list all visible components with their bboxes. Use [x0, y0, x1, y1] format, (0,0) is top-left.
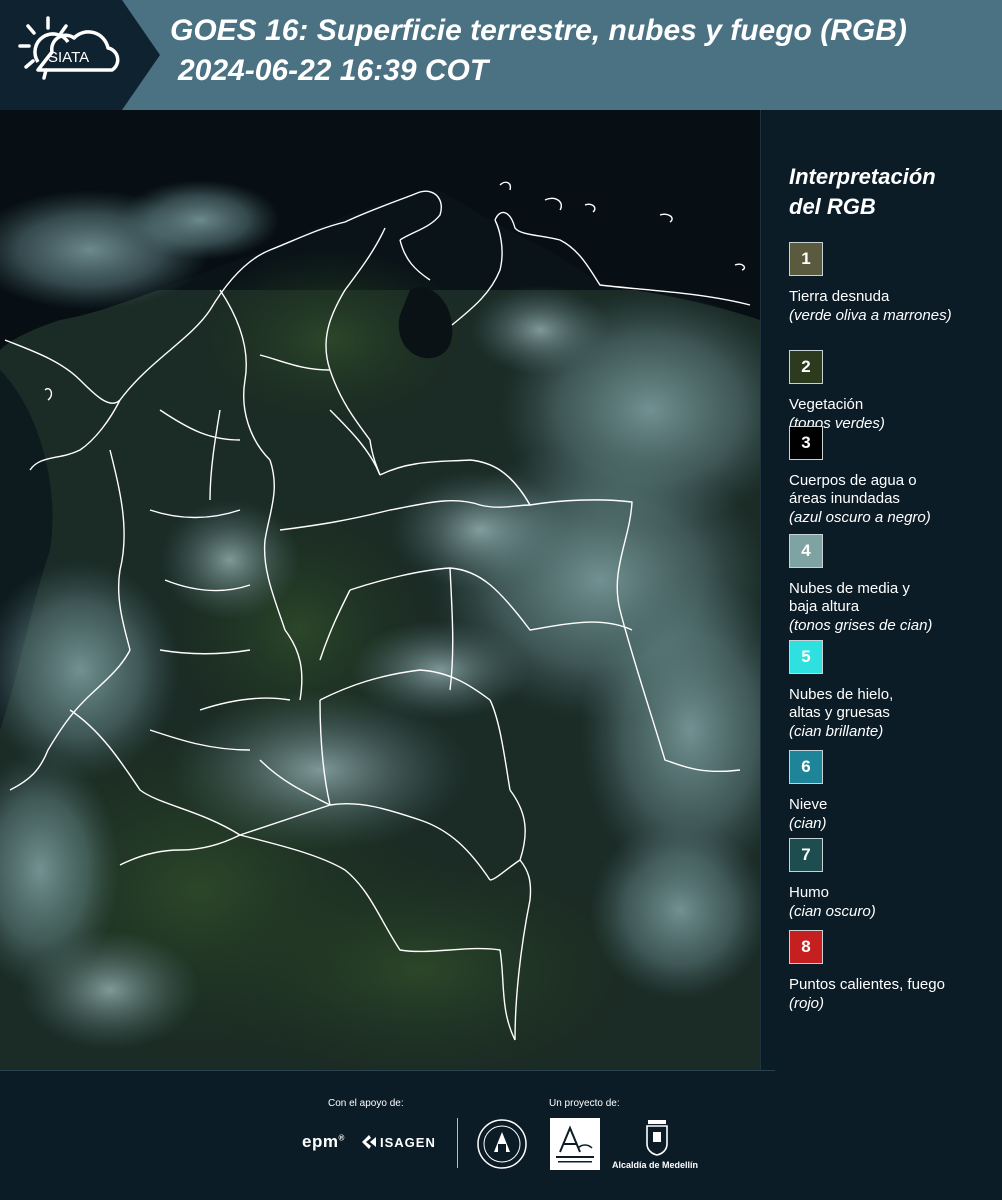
legend-swatch: 4 [789, 534, 823, 568]
legend-item: 6 Nieve (cian) [789, 750, 999, 834]
area-metropolitana-logo [550, 1118, 600, 1170]
legend-label: Nubes de hielo, altas y gruesas [789, 686, 894, 721]
legend-swatch: 5 [789, 640, 823, 674]
legend-swatch: 2 [789, 350, 823, 384]
legend-title: Interpretación del RGB [789, 164, 936, 219]
footer: Con el apoyo de: Un proyecto de: epm® IS… [0, 1070, 1002, 1200]
legend-item: 4 Nubes de media y baja altura (tonos grise… [789, 534, 999, 636]
isagen-icon [362, 1135, 376, 1149]
legend-label: Cuerpos de agua o áreas inundadas [789, 472, 917, 507]
medellin-shield-icon [646, 1120, 668, 1156]
legend-label: Nieve [789, 796, 828, 813]
satellite-image [0, 110, 760, 1070]
satellite-map [0, 110, 760, 1070]
legend-swatch: 1 [789, 242, 823, 276]
project-label: Un proyecto de: [549, 1098, 620, 1109]
rgb-legend: Interpretación del RGB 1 Tierra desnuda (v… [760, 110, 1002, 1070]
legend-item: 7 Humo (cian oscuro) [789, 838, 999, 922]
legend-note: (cian oscuro) [789, 903, 876, 920]
legend-label: Puntos calientes, fuego [789, 976, 945, 993]
legend-item: 5 Nubes de hielo, altas y gruesas (cian bri… [789, 640, 999, 742]
legend-note: (cian brillante) [789, 723, 884, 740]
legend-note: (verde oliva a marrones) [789, 307, 952, 324]
header-banner: SIATA GOES 16: Superficie terrestre, nub… [0, 0, 1002, 110]
legend-note: (azul oscuro a negro) [789, 509, 931, 526]
antioquia-seal-icon [477, 1119, 527, 1169]
legend-item: 1 Tierra desnuda (verde oliva a marrones) [789, 242, 999, 326]
alcaldia-medellin-logo: Alcaldía de Medellín [612, 1160, 699, 1170]
legend-item: 8 Puntos calientes, fuego (rojo) [789, 930, 999, 1014]
support-label: Con el apoyo de: [328, 1098, 404, 1109]
legend-note: (cian) [789, 815, 827, 832]
legend-label: Humo [789, 884, 830, 901]
legend-note: (rojo) [789, 995, 825, 1012]
svg-text:SIATA: SIATA [48, 49, 89, 66]
epm-logo: epm® [302, 1132, 345, 1151]
legend-swatch: 7 [789, 838, 823, 872]
legend-swatch: 6 [789, 750, 823, 784]
page-title: GOES 16: Superficie terrestre, nubes y f… [170, 14, 907, 47]
legend-swatch: 3 [789, 426, 823, 460]
legend-label: Tierra desnuda [789, 288, 890, 305]
legend-item: 2 Vegetación (tonos verdes) [789, 350, 999, 434]
siata-logo: SIATA [0, 0, 160, 110]
page-timestamp: 2024-06-22 16:39 COT [178, 54, 489, 87]
footer-divider [457, 1118, 458, 1168]
legend-label: Vegetación [789, 396, 864, 413]
legend-label: Nubes de media y baja altura [789, 580, 910, 615]
legend-note: (tonos grises de cian) [789, 617, 933, 634]
legend-swatch: 8 [789, 930, 823, 964]
isagen-logo: ISAGEN [380, 1135, 436, 1150]
legend-item: 3 Cuerpos de agua o áreas inundadas (azul o… [789, 426, 999, 528]
